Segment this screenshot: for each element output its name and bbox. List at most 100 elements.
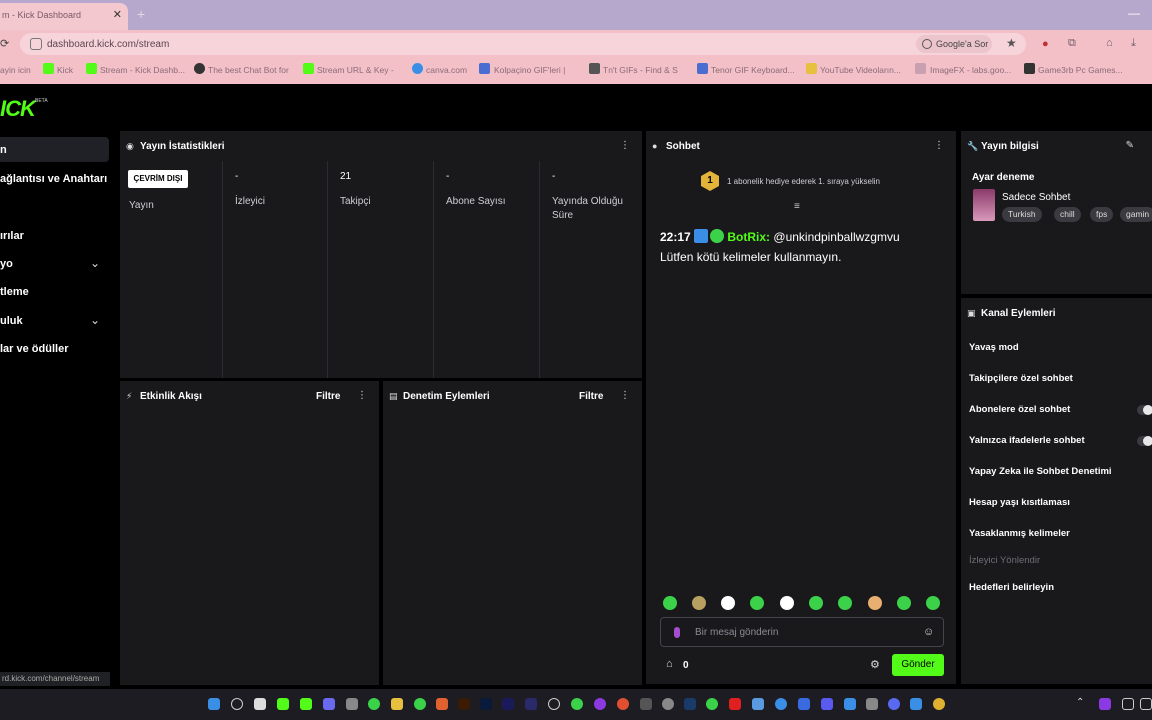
sidebar-item-clips[interactable]: ırılar: [0, 230, 24, 242]
emoji-picker-icon[interactable]: ☺: [923, 626, 934, 638]
kick-app-icon[interactable]: [277, 698, 289, 710]
chat-username[interactable]: BotRix:: [727, 230, 770, 244]
channel-points-icon[interactable]: ⌂: [666, 658, 673, 670]
category-name[interactable]: Sadece Sohbet: [1002, 192, 1070, 203]
action-ai-moderation[interactable]: Yapay Zeka ile Sohbet Denetimi: [969, 466, 1112, 477]
reload-icon[interactable]: ⟳: [0, 37, 9, 50]
action-banned-words[interactable]: Yasaklanmış kelimeler: [969, 528, 1070, 539]
app-icon[interactable]: [662, 698, 674, 710]
app-icon[interactable]: [752, 698, 764, 710]
gift-leaderboard-banner[interactable]: 1 1 abonelik hediye ederek 1. sıraya yük…: [646, 156, 958, 204]
premiere-icon[interactable]: [502, 698, 514, 710]
spotify-icon[interactable]: [571, 698, 583, 710]
youtube-icon[interactable]: [729, 698, 741, 710]
app-icon[interactable]: [300, 698, 312, 710]
illustrator-icon[interactable]: [458, 698, 470, 710]
more-menu-icon[interactable]: ⋮: [620, 140, 630, 151]
bookmark-item[interactable]: YouTube Videoların...: [820, 65, 901, 75]
send-button[interactable]: Gönder: [892, 654, 944, 676]
action-followers-only[interactable]: Takipçilere özel sohbet: [969, 373, 1073, 384]
app-icon[interactable]: [346, 698, 358, 710]
chat-mention[interactable]: @unkindpinballwzgmvu: [773, 230, 899, 244]
app-icon[interactable]: [436, 698, 448, 710]
start-icon[interactable]: [208, 698, 220, 710]
app-icon[interactable]: [414, 698, 426, 710]
action-slow-mode[interactable]: Yavaş mod: [969, 342, 1019, 353]
app-icon[interactable]: [525, 698, 537, 710]
emote-icon[interactable]: [780, 596, 794, 610]
sidebar-item-rewards[interactable]: lar ve ödüller: [0, 343, 68, 355]
tray-chevron-icon[interactable]: ⌃: [1076, 697, 1084, 708]
minimize-icon[interactable]: —: [1128, 6, 1140, 20]
emotes-only-toggle[interactable]: [1137, 436, 1152, 446]
tag-chip[interactable]: chill: [1054, 207, 1081, 222]
emote-icon[interactable]: [809, 596, 823, 610]
chrome-icon[interactable]: [933, 698, 945, 710]
url-bar[interactable]: dashboard.kick.com/stream Google'a Sor ★: [20, 33, 1026, 55]
filter-button[interactable]: Filtre: [579, 391, 603, 402]
more-menu-icon[interactable]: ⋮: [934, 140, 944, 151]
subscribers-only-toggle[interactable]: [1137, 405, 1152, 415]
extensions-puzzle-icon[interactable]: ⧉: [1068, 37, 1076, 50]
emote-icon[interactable]: [838, 596, 852, 610]
sidebar-item-stream-key[interactable]: ağlantısı ve Anahtarı: [0, 173, 107, 185]
file-explorer-icon[interactable]: [391, 698, 403, 710]
microphone-icon[interactable]: [674, 627, 680, 638]
emote-icon[interactable]: [868, 596, 882, 610]
bookmark-item[interactable]: Stream - Kick Dashb...: [100, 65, 185, 75]
bookmark-item[interactable]: The best Chat Bot for: [208, 65, 289, 75]
kick-logo[interactable]: ICK: [0, 96, 36, 122]
emote-icon[interactable]: [926, 596, 940, 610]
bookmark-star-icon[interactable]: ★: [1006, 36, 1017, 50]
more-menu-icon[interactable]: ⋮: [357, 390, 367, 401]
more-menu-icon[interactable]: ⋮: [620, 390, 630, 401]
download-icon[interactable]: ⤓: [1131, 37, 1136, 50]
tag-chip[interactable]: fps: [1090, 207, 1114, 222]
app-icon[interactable]: [798, 698, 810, 710]
new-tab-button[interactable]: +: [137, 6, 145, 22]
discord-icon[interactable]: [888, 698, 900, 710]
emote-icon[interactable]: [663, 596, 677, 610]
app-icon[interactable]: [617, 698, 629, 710]
bookmark-item[interactable]: Stream URL & Key -: [317, 65, 394, 75]
app-icon[interactable]: [594, 698, 606, 710]
bookmark-item[interactable]: Kick: [57, 65, 73, 75]
volume-icon[interactable]: [1140, 698, 1152, 710]
bookmark-item[interactable]: Kolpaçino GIF'leri |: [494, 65, 565, 75]
pinned-messages-icon[interactable]: ≡: [794, 201, 800, 212]
search-icon[interactable]: [231, 698, 243, 710]
sidebar-item-stream[interactable]: n: [0, 144, 7, 156]
sidebar-item-editing[interactable]: tleme: [0, 286, 29, 298]
action-emotes-only[interactable]: Yalnızca ifadelerle sohbet: [969, 435, 1085, 446]
profile-icon[interactable]: ⌂: [1106, 37, 1113, 49]
chat-settings-icon[interactable]: ⚙: [870, 658, 880, 671]
sidebar-active-item[interactable]: [0, 137, 109, 162]
tag-chip[interactable]: gamin: [1120, 207, 1152, 222]
sidebar-item-video[interactable]: yo: [0, 258, 13, 270]
chat-message-input[interactable]: Bir mesaj gönderin ☺: [660, 617, 944, 647]
chevron-down-icon[interactable]: ⌄: [90, 256, 100, 270]
obs-icon[interactable]: [548, 698, 560, 710]
bookmark-item[interactable]: Tenor GIF Keyboard...: [711, 65, 795, 75]
action-subscribers-only[interactable]: Abonelere özel sohbet: [969, 404, 1070, 415]
app-icon[interactable]: [821, 698, 833, 710]
emote-icon[interactable]: [897, 596, 911, 610]
emote-icon[interactable]: [692, 596, 706, 610]
app-icon[interactable]: [844, 698, 856, 710]
google-search-chip[interactable]: Google'a Sor: [916, 35, 992, 53]
edge-icon[interactable]: [775, 698, 787, 710]
emote-icon[interactable]: [750, 596, 764, 610]
task-view-icon[interactable]: [254, 698, 266, 710]
tag-chip[interactable]: Turkish: [1002, 207, 1042, 222]
network-icon[interactable]: [1122, 698, 1134, 710]
action-set-goals[interactable]: Hedefleri belirleyin: [969, 582, 1054, 593]
xbox-icon[interactable]: [706, 698, 718, 710]
bookmark-item[interactable]: ayin icin: [0, 65, 31, 75]
sidebar-item-community[interactable]: uluk: [0, 315, 23, 327]
bookmark-item[interactable]: Game3rb Pc Games...: [1038, 65, 1123, 75]
edit-pencil-icon[interactable]: ✎: [1126, 140, 1134, 151]
bookmark-item[interactable]: canva.com: [426, 65, 467, 75]
action-account-age[interactable]: Hesap yaşı kısıtlaması: [969, 497, 1070, 508]
app-icon[interactable]: [866, 698, 878, 710]
site-info-icon[interactable]: [30, 38, 42, 50]
